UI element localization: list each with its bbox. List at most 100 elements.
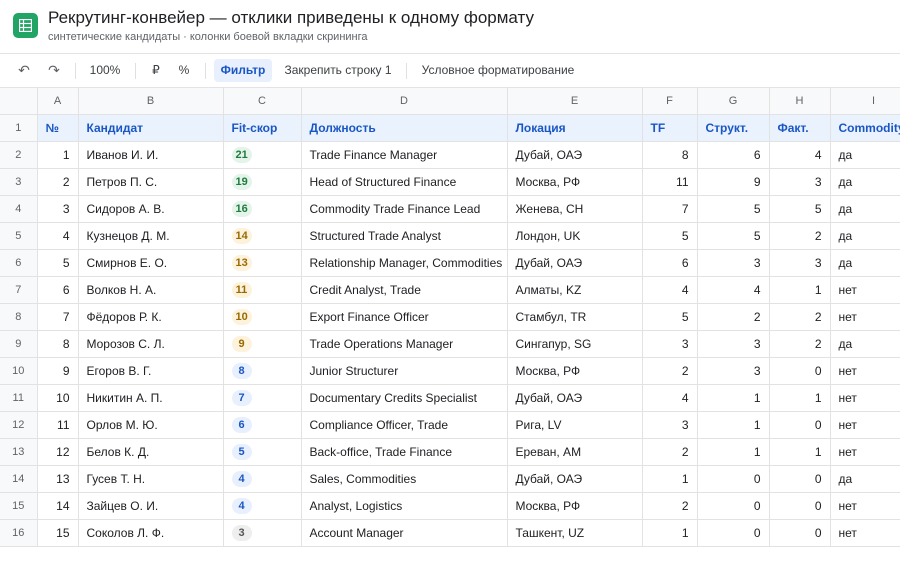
cell-struct[interactable]: 1 <box>697 411 770 439</box>
cell-struct[interactable]: 1 <box>697 384 770 412</box>
cell-struct[interactable]: 0 <box>697 492 770 520</box>
cell-candidate[interactable]: Морозов С. Л. <box>78 330 224 358</box>
cell-location[interactable]: Дубай, ОАЭ <box>507 465 643 493</box>
cell-number[interactable]: 4 <box>37 222 79 250</box>
row-number[interactable]: 6 <box>0 249 38 277</box>
freeze-row-button[interactable]: Закрепить строку 1 <box>280 59 396 82</box>
cell-candidate[interactable]: Никитин А. П. <box>78 384 224 412</box>
cell-number[interactable]: 7 <box>37 303 79 331</box>
cell-number[interactable]: 5 <box>37 249 79 277</box>
header-cell-location[interactable]: Локация <box>507 114 643 142</box>
conditional-formatting-button[interactable]: Условное форматирование <box>417 59 579 82</box>
row-number[interactable]: 9 <box>0 330 38 358</box>
cell-number[interactable]: 8 <box>37 330 79 358</box>
cell-commodity[interactable]: да <box>830 141 900 169</box>
cell-location[interactable]: Дубай, ОАЭ <box>507 249 643 277</box>
row-number[interactable]: 1 <box>0 114 38 142</box>
cell-tf[interactable]: 3 <box>642 411 698 439</box>
cell-struct[interactable]: 1 <box>697 438 770 466</box>
cell-fact[interactable]: 0 <box>769 411 831 439</box>
column-header-g[interactable]: G <box>697 88 770 115</box>
cell-candidate[interactable]: Соколов Л. Ф. <box>78 519 224 547</box>
undo-icon[interactable]: ↶ <box>16 59 32 82</box>
cell-fact[interactable]: 2 <box>769 303 831 331</box>
cell-fact[interactable]: 3 <box>769 168 831 196</box>
cell-struct[interactable]: 3 <box>697 357 770 385</box>
cell-position[interactable]: Trade Finance Manager <box>301 141 508 169</box>
cell-number[interactable]: 9 <box>37 357 79 385</box>
cell-position[interactable]: Account Manager <box>301 519 508 547</box>
cell-tf[interactable]: 8 <box>642 141 698 169</box>
row-number[interactable]: 16 <box>0 519 38 547</box>
cell-number[interactable]: 3 <box>37 195 79 223</box>
cell-tf[interactable]: 4 <box>642 276 698 304</box>
row-number[interactable]: 12 <box>0 411 38 439</box>
row-number[interactable]: 7 <box>0 276 38 304</box>
cell-position[interactable]: Back-office, Trade Finance <box>301 438 508 466</box>
cell-number[interactable]: 2 <box>37 168 79 196</box>
cell-location[interactable]: Москва, РФ <box>507 357 643 385</box>
cell-fit-score[interactable]: 21 <box>223 141 302 169</box>
header-cell-number[interactable]: № <box>37 114 79 142</box>
cell-commodity[interactable]: нет <box>830 411 900 439</box>
cell-fit-score[interactable]: 7 <box>223 384 302 412</box>
document-title[interactable]: Рекрутинг-конвейер — отклики приведены к… <box>48 8 534 28</box>
cell-fact[interactable]: 2 <box>769 222 831 250</box>
cell-fit-score[interactable]: 13 <box>223 249 302 277</box>
column-header-a[interactable]: A <box>37 88 79 115</box>
cell-location[interactable]: Сингапур, SG <box>507 330 643 358</box>
cell-position[interactable]: Structured Trade Analyst <box>301 222 508 250</box>
cell-position[interactable]: Head of Structured Finance <box>301 168 508 196</box>
cell-commodity[interactable]: нет <box>830 438 900 466</box>
cell-struct[interactable]: 2 <box>697 303 770 331</box>
cell-candidate[interactable]: Сидоров А. В. <box>78 195 224 223</box>
cell-candidate[interactable]: Белов К. Д. <box>78 438 224 466</box>
row-number[interactable]: 2 <box>0 141 38 169</box>
cell-number[interactable]: 13 <box>37 465 79 493</box>
cell-fit-score[interactable]: 8 <box>223 357 302 385</box>
cell-fit-score[interactable]: 14 <box>223 222 302 250</box>
row-number[interactable]: 4 <box>0 195 38 223</box>
cell-fact[interactable]: 1 <box>769 384 831 412</box>
cell-commodity[interactable]: да <box>830 222 900 250</box>
cell-struct[interactable]: 9 <box>697 168 770 196</box>
cell-fact[interactable]: 0 <box>769 357 831 385</box>
cell-fit-score[interactable]: 19 <box>223 168 302 196</box>
header-cell-tf[interactable]: TF <box>642 114 698 142</box>
cell-commodity[interactable]: да <box>830 168 900 196</box>
zoom-select[interactable]: 100% <box>86 59 124 82</box>
cell-fit-score[interactable]: 5 <box>223 438 302 466</box>
row-number[interactable]: 3 <box>0 168 38 196</box>
cell-struct[interactable]: 3 <box>697 249 770 277</box>
cell-commodity[interactable]: нет <box>830 519 900 547</box>
cell-struct[interactable]: 5 <box>697 222 770 250</box>
cell-fit-score[interactable]: 4 <box>223 465 302 493</box>
cell-location[interactable]: Рига, LV <box>507 411 643 439</box>
cell-location[interactable]: Алматы, KZ <box>507 276 643 304</box>
cell-number[interactable]: 1 <box>37 141 79 169</box>
cell-location[interactable]: Женева, CH <box>507 195 643 223</box>
cell-candidate[interactable]: Кузнецов Д. М. <box>78 222 224 250</box>
cell-number[interactable]: 15 <box>37 519 79 547</box>
header-cell-candidate[interactable]: Кандидат <box>78 114 224 142</box>
column-header-b[interactable]: B <box>78 88 224 115</box>
cell-tf[interactable]: 6 <box>642 249 698 277</box>
cell-fact[interactable]: 0 <box>769 519 831 547</box>
row-number[interactable]: 10 <box>0 357 38 385</box>
cell-tf[interactable]: 2 <box>642 357 698 385</box>
cell-location[interactable]: Ташкент, UZ <box>507 519 643 547</box>
redo-icon[interactable]: ↷ <box>46 59 62 82</box>
cell-fact[interactable]: 2 <box>769 330 831 358</box>
cell-struct[interactable]: 0 <box>697 519 770 547</box>
cell-tf[interactable]: 2 <box>642 492 698 520</box>
cell-position[interactable]: Junior Structurer <box>301 357 508 385</box>
cell-number[interactable]: 14 <box>37 492 79 520</box>
cell-position[interactable]: Documentary Credits Specialist <box>301 384 508 412</box>
header-cell-struct[interactable]: Структ. <box>697 114 770 142</box>
column-header-c[interactable]: C <box>223 88 302 115</box>
cell-location[interactable]: Дубай, ОАЭ <box>507 141 643 169</box>
cell-candidate[interactable]: Иванов И. И. <box>78 141 224 169</box>
cell-fit-score[interactable]: 10 <box>223 303 302 331</box>
cell-struct[interactable]: 4 <box>697 276 770 304</box>
cell-tf[interactable]: 2 <box>642 438 698 466</box>
